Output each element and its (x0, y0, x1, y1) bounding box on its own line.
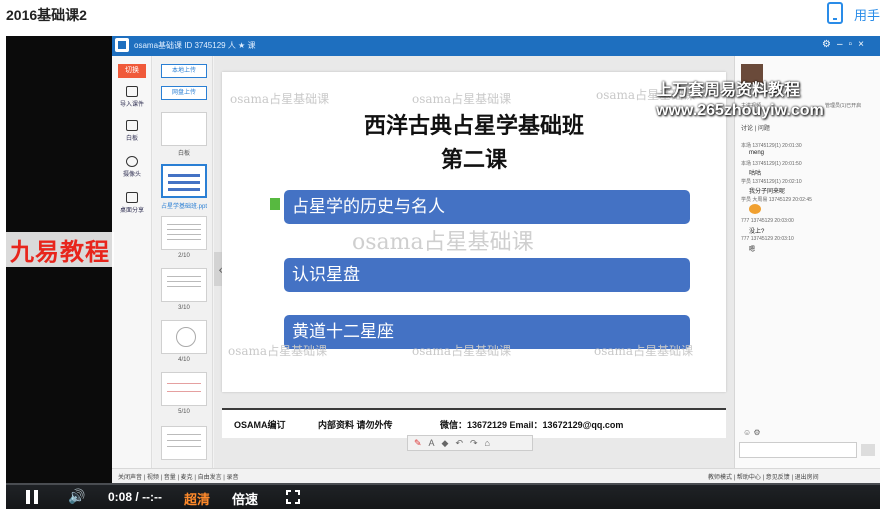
edit-icon (126, 120, 138, 131)
slide-title: 西洋古典占星学基础班 (363, 113, 584, 138)
chat-input[interactable] (739, 442, 857, 458)
slide-accent-mark (270, 198, 280, 210)
chat-message: 咕咕 (749, 171, 762, 177)
slide-thumbnail-column: 本地上传 网盘上传 白板 占星学基础班.ppt 2/10 3/10 4/10 5… (153, 56, 213, 483)
whiteboard-button[interactable]: 白板 (112, 120, 152, 142)
thumb-slide-5[interactable] (161, 372, 207, 406)
fullscreen-icon[interactable] (286, 490, 300, 504)
slide-item: 占星学的历史与名人 (284, 190, 690, 224)
pen-icon: ✎ (414, 438, 429, 448)
app-title-text: osama基础课 ID 3745129 人 ★ 课 (134, 41, 256, 50)
pause-icon[interactable] (26, 490, 38, 504)
thumb-slide-4[interactable] (161, 320, 207, 354)
slide-watermark: osama占星基础课 (412, 344, 512, 358)
time-current: 0:08 (108, 490, 133, 504)
chat-message: 没上? (749, 229, 765, 235)
home-icon[interactable] (115, 38, 129, 52)
app-titlebar: osama基础课 ID 3745129 人 ★ 课 ⚙–▫× (112, 36, 880, 56)
chat-message: 嗯 (749, 247, 756, 253)
time-separator: / (135, 490, 139, 504)
mobile-watch-link[interactable]: 用手 (854, 5, 880, 24)
thumb-slide-2[interactable] (161, 216, 207, 250)
app-status-bar: 关闭声音 | 视频 | 音量 | 麦克 | 自由发言 | 录音 教师模式 | 帮… (112, 468, 880, 483)
thumb-slide-1[interactable] (161, 164, 207, 198)
send-button[interactable] (861, 444, 875, 456)
local-upload-button[interactable]: 本地上传 (161, 64, 207, 78)
chat-meta: 本场 13745129(1) 20:01:50 (741, 161, 802, 167)
chat-tabs[interactable]: 讨论 | 问题 (741, 123, 770, 132)
slide-watermark: osama占星基础课 (230, 92, 330, 106)
slide-item: 认识星盘 (284, 258, 690, 292)
status-right-tools[interactable]: 教师模式 | 帮助中心 | 意见反馈 | 退出房间 (708, 472, 819, 481)
slide-watermark: osama占星基础课 (412, 92, 512, 106)
thumb-label: 5/10 (178, 409, 190, 415)
emoji-picker-icon[interactable]: ☺ ⚙ (743, 428, 761, 437)
page-title: 2016基础课2 (6, 7, 87, 23)
footer-notice: 内部资料 请勿外传 (318, 420, 393, 430)
watermark-url: www.265zhouyiw.com (656, 102, 824, 119)
footer-contact: 微信：13672129 Email：13672129@qq.com (440, 420, 624, 430)
watermark-text: 上万套周易资料教程 (656, 82, 801, 99)
footer-author: OSAMA编订 (234, 420, 286, 430)
progress-bar[interactable] (6, 483, 880, 485)
drawing-toolbar[interactable]: ✎A◆↶↷⌂ (407, 435, 533, 451)
thumb-whiteboard[interactable] (161, 112, 207, 146)
speed-button[interactable]: 倍速 (232, 489, 258, 508)
chat-meta: 学员 13745129(1) 20:02:10 (741, 179, 802, 185)
thumb-slide-3[interactable] (161, 268, 207, 302)
import-courseware-button[interactable]: 导入课件 (112, 86, 152, 108)
slide-watermark: osama占星基础课 (594, 344, 694, 358)
status-left-tools[interactable]: 关闭声音 | 视频 | 音量 | 麦克 | 自由发言 | 录音 (118, 472, 238, 481)
slide-footer: OSAMA编订 内部资料 请勿外传 微信：13672129 Email：1367… (222, 408, 726, 438)
time-total: --:-- (142, 490, 163, 504)
chat-header-right: 管理员(1)已开启 (825, 103, 862, 109)
slide-subtitle: 第二课 (440, 147, 507, 172)
slide-canvas: osama占星基础课 osama占星基础课 osama占星基础课 西洋古典占星学… (222, 72, 726, 438)
camera-button[interactable]: 摄像头 (112, 156, 152, 178)
channel-logo: 九易教程 (6, 232, 114, 267)
emoji-icon (749, 204, 761, 214)
quality-button[interactable]: 超清 (184, 489, 210, 508)
video-player[interactable]: osama基础课 ID 3745129 人 ★ 课 ⚙–▫× 切换 导入课件 白… (6, 36, 880, 509)
chat-meta: 本场 13745129(1) 20:01:30 (741, 143, 802, 149)
page-header: 2016基础课2 用手 (0, 0, 880, 36)
thumb-label: 占星学基础班.ppt (161, 204, 208, 210)
chat-panel: 主讲视频 管理员(1)已开启 讨论 | 问题 本场 13745129(1) 20… (734, 56, 880, 483)
thumb-label: 2/10 (178, 253, 190, 259)
page-root: 2016基础课2 用手 osama基础课 ID 3745129 人 ★ 课 ⚙–… (0, 0, 880, 509)
volume-icon[interactable]: 🔊 (68, 488, 86, 504)
chat-meta: 学员 大周易 13745129 20:02:45 (741, 197, 812, 203)
screen-share-button[interactable]: 桌面分享 (112, 192, 152, 214)
time-display: 0:08 / --:-- (108, 490, 162, 504)
chat-message: 我分子同来呢 (749, 189, 786, 195)
slide-watermark: osama占星基础课 (228, 344, 328, 358)
slide-area: ‹ › osama占星基础课 osama占星基础课 osama占星基础课 西洋古… (214, 56, 734, 483)
chat-meta: 777 13745129 20:03:10 (741, 236, 794, 242)
camera-icon (126, 156, 138, 167)
thumb-slide-6[interactable] (161, 426, 207, 460)
chat-meta: 777 13745129 20:03:00 (741, 218, 794, 224)
switch-button[interactable]: 切换 (118, 64, 146, 78)
thumb-label: 3/10 (178, 305, 190, 311)
phone-icon[interactable] (827, 2, 843, 24)
window-controls[interactable]: ⚙–▫× (822, 39, 870, 50)
cloud-upload-button[interactable]: 网盘上传 (161, 86, 207, 100)
tool-column: 切换 导入课件 白板 摄像头 桌面分享 (112, 56, 152, 483)
screen-share-icon (126, 192, 138, 203)
slide-watermark: osama占星基础课 (352, 230, 534, 255)
chat-message: meng (749, 150, 765, 156)
thumb-label: 4/10 (178, 357, 190, 363)
courseware-icon (126, 86, 138, 97)
thumb-label: 白板 (177, 151, 190, 157)
